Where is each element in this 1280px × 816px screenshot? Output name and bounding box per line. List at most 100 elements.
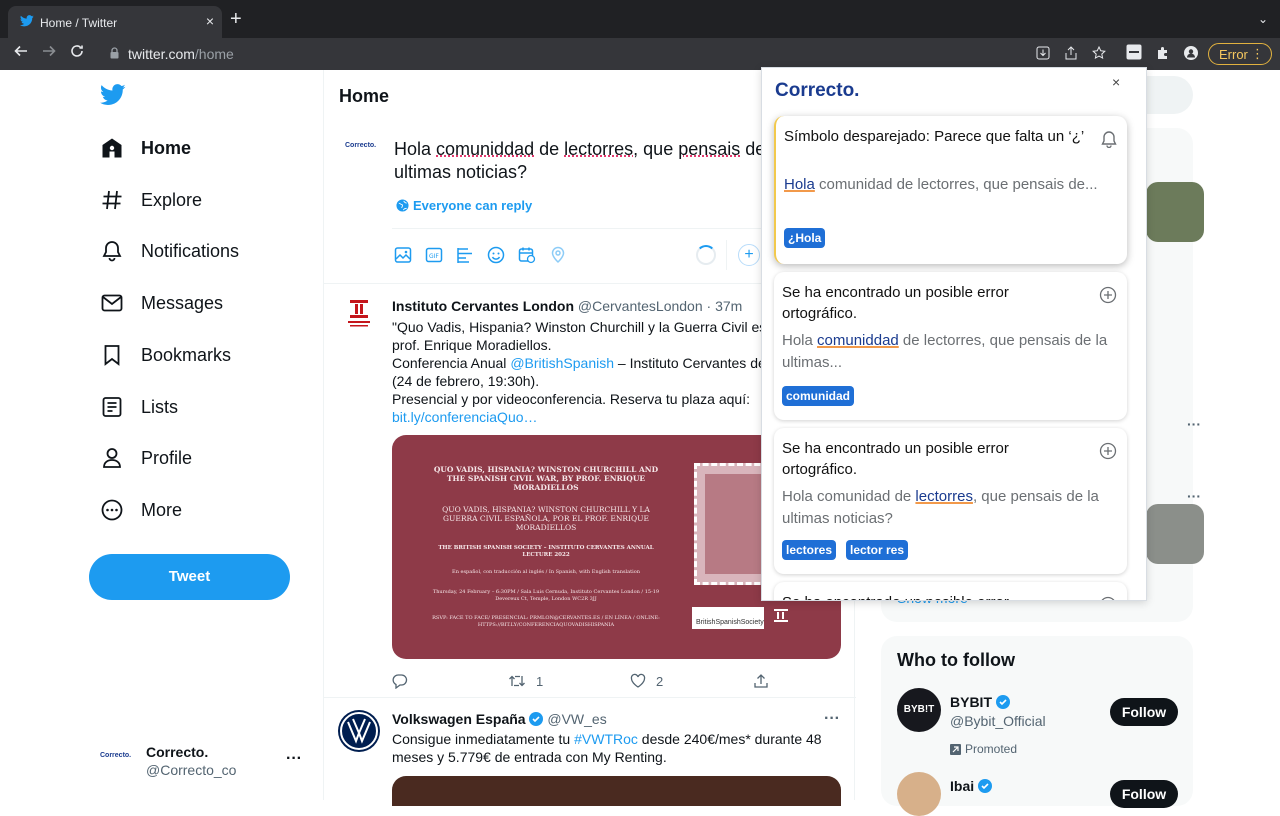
verified-badge-icon [529,712,543,726]
sidebar-item-bookmarks[interactable]: Bookmarks [100,340,231,370]
tweet-more-icon[interactable]: ··· [824,710,840,728]
list-icon [100,395,124,419]
location-icon[interactable] [549,246,567,264]
browser-chrome: Home / Twitter × + ⌄ twitter.com/home Er… [0,0,1280,70]
close-icon[interactable]: × [1112,74,1120,90]
extensions-puzzle-icon[interactable] [1156,46,1170,60]
promoted-icon [950,744,961,755]
suggestion-context: Hola comunidad de lectorres, que pensais… [782,486,1112,530]
bybit-avatar[interactable]: BYB!T [897,688,941,732]
browser-toolbar: twitter.com/home [0,38,1280,70]
suggestion-title: Símbolo desparejado: Parece que falta un… [784,126,1089,147]
schedule-icon[interactable] [518,246,536,264]
lock-icon [110,47,119,59]
sidebar-item-more[interactable]: More [100,495,182,525]
profile-avatar-icon[interactable] [1184,46,1198,60]
verified-badge-icon [996,695,1010,709]
media-icon[interactable] [394,246,412,264]
sidebar-item-home[interactable]: Home [100,133,191,163]
sidebar-item-profile[interactable]: Profile [100,443,192,473]
sidebar-item-notifications[interactable]: Notifications [100,236,239,266]
mention-link[interactable]: @BritishSpanish [510,355,614,371]
trend-more-icon[interactable]: ··· [1187,416,1201,432]
home-icon [100,136,124,160]
retweet-button[interactable]: 1 [508,673,543,689]
sidebar-item-explore[interactable]: Explore [100,185,202,215]
address-bar[interactable]: twitter.com/home [100,42,1030,66]
like-button[interactable]: 2 [630,673,663,689]
verified-badge-icon [978,779,992,793]
poll-icon[interactable] [456,246,474,264]
reload-icon[interactable] [70,44,84,58]
compose-toolbar: GIF [394,246,580,264]
cervantes-avatar [340,296,378,334]
forward-icon[interactable] [42,44,56,58]
suggestion-chip[interactable]: lectores [782,540,836,560]
error-button[interactable]: Error ⋮ [1208,43,1272,65]
tweet-handle-time: @CervantesLondon · 37m [578,298,742,314]
trend-more-icon[interactable]: ··· [1187,488,1201,504]
twitter-logo-icon[interactable] [100,84,126,106]
follow-button[interactable]: Follow [1110,698,1178,726]
person-icon [100,446,124,470]
add-circle-icon[interactable] [1099,442,1117,460]
tab-close-icon[interactable]: × [206,13,214,29]
share-icon[interactable] [1064,46,1078,60]
add-circle-icon[interactable] [1099,286,1117,304]
suggestion-chip[interactable]: comunidad [782,386,854,406]
new-tab-button[interactable]: + [230,8,242,31]
promoted-label: Promoted [950,742,1017,756]
install-app-icon[interactable] [1036,46,1050,60]
emoji-icon[interactable] [487,246,505,264]
mail-icon [100,291,124,315]
tweet-author[interactable]: Instituto Cervantes London [392,298,574,314]
add-thread-button[interactable]: + [738,244,760,266]
account-name: Correcto. [146,744,208,760]
add-circle-icon[interactable] [1099,596,1117,601]
tweet-button[interactable]: Tweet [89,554,290,600]
gif-icon[interactable]: GIF [425,246,443,264]
reply-setting-button[interactable]: Everyone can reply [396,198,532,213]
suggestion-card[interactable]: Símbolo desparejado: Parece que falta un… [774,116,1127,264]
hashtag-link[interactable]: #VWTRoc [574,731,638,747]
correcto-extension-icon[interactable] [1126,44,1142,60]
compose-textarea[interactable]: Hola comuniddad de lectorres, que pensai… [394,138,774,184]
account-more-icon[interactable]: ··· [286,750,302,768]
suggestion-card[interactable]: Se ha encontrado un posible error ortogr… [774,428,1127,574]
follow-handle: @Bybit_Official [950,713,1046,729]
reply-button[interactable] [392,673,418,689]
tweet-text: Consigue inmediatamente tu #VWTRoc desde… [392,730,862,766]
retweet-icon [508,673,536,689]
heart-icon [630,673,656,689]
page-title: Home [339,86,389,107]
bell-icon[interactable] [1101,130,1117,148]
tweet-header: Instituto Cervantes London @CervantesLon… [392,298,742,314]
suggestion-card[interactable]: Se ha encontrado un posible error ortogr… [774,272,1127,420]
sidebar-item-lists[interactable]: Lists [100,392,178,422]
kebab-menu-icon[interactable]: ⋮ [1251,46,1264,62]
suggestion-chip[interactable]: ¿Hola [784,228,825,248]
suggestion-title: Se ha encontrado un posible error [782,592,1087,601]
sidebar-item-messages[interactable]: Messages [100,288,223,318]
tweet-divider [324,697,856,698]
follow-name[interactable]: BYBIT [950,694,1010,710]
suggestion-card[interactable]: Se ha encontrado un posible error [774,582,1127,601]
bookmark-star-icon[interactable] [1092,46,1106,60]
back-icon[interactable] [14,44,28,58]
tab-twitter[interactable]: Home / Twitter × [8,6,222,38]
account-switcher[interactable]: Correcto. Correcto. @Correcto_co ··· [100,742,310,782]
follow-button[interactable]: Follow [1110,780,1178,808]
tweet-image[interactable] [392,776,841,806]
bell-icon [100,239,124,263]
tab-search-chevron-icon[interactable]: ⌄ [1258,12,1268,26]
suggestion-chip[interactable]: lector res [846,540,908,560]
who-to-follow-panel: Who to follow BYB!T BYBIT @Bybit_Officia… [881,636,1193,806]
tweet-header: Volkswagen España @VW_es [392,711,607,727]
follow-name[interactable]: Ibai [950,778,992,794]
ibai-avatar[interactable] [897,772,941,816]
tweet-handle: @VW_es [547,711,606,727]
share-tweet-button[interactable] [753,673,779,689]
tweet-author[interactable]: Volkswagen España [392,711,526,727]
account-handle: @Correcto_co [146,762,236,778]
trend-thumbnail [1146,504,1204,564]
